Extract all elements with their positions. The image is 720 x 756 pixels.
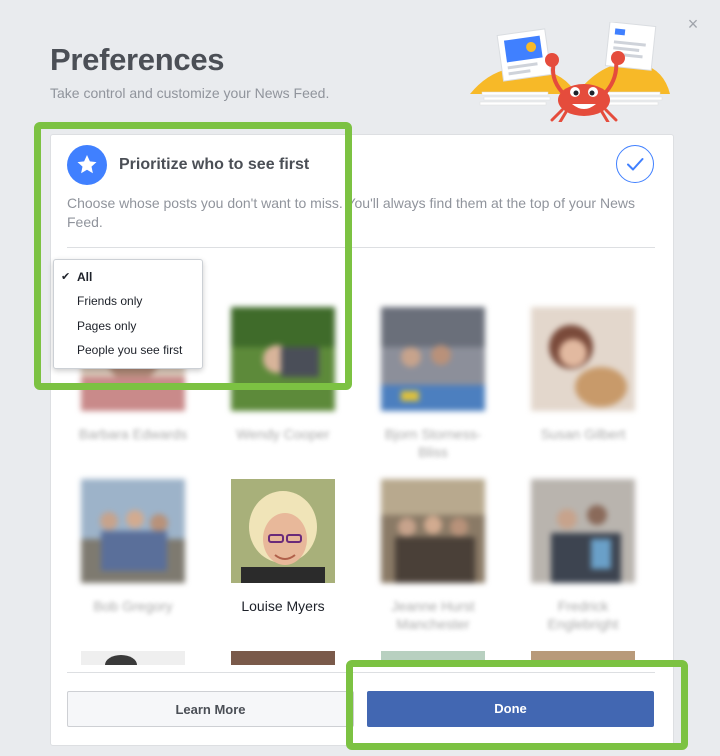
profile-photo-partial [531,651,635,665]
profile-photo-partial [81,651,185,665]
person-name: Fredrick Englebright [547,598,619,632]
profile-photo [231,307,335,411]
person-name: Louise Myers [241,598,325,614]
person-name: Barbara Edwards [78,426,188,442]
header-illustration [470,22,670,122]
person-name: Bob Gregory [93,598,173,614]
filter-option-label: Friends only [77,294,143,308]
filter-option-people-see-first[interactable]: People you see first [54,338,200,362]
profile-photo-partial [231,651,335,665]
profile-photo [231,479,335,583]
prioritize-description: Choose whose posts you don't want to mis… [67,195,635,230]
divider [67,247,655,248]
profile-photo [381,479,485,583]
prioritize-icon [67,145,107,185]
feed-card-left [496,28,552,82]
star-icon [77,155,97,174]
checkmark-icon [627,158,644,171]
filter-dropdown-menu: ✔ All Friends only Pages only People you… [53,259,203,369]
profile-photo [381,307,485,411]
filter-option-label: All [77,270,93,284]
filter-option-pages-only[interactable]: Pages only [54,314,200,338]
checkmark-icon: ✔ [61,271,71,283]
page-subtitle: Take control and customize your News Fee… [50,85,330,101]
person-name: Susan Gilbert [540,426,626,442]
page-title: Preferences [50,42,225,77]
feed-card-right [604,22,657,71]
profile-photo-partial [381,651,485,665]
filter-option-all[interactable]: ✔ All [54,265,200,289]
learn-more-button[interactable]: Learn More [67,691,354,727]
person-name: Jeanne Hurst Manchester [391,598,475,632]
filter-option-label: Pages only [77,319,137,333]
prioritize-title: Prioritize who to see first [119,156,310,173]
close-icon[interactable]: × [685,15,701,33]
person-name: Bjorn Storness-Bliss [384,426,482,460]
done-button[interactable]: Done [367,691,654,727]
person-name: Wendy Cooper [236,426,330,442]
profile-photo [531,479,635,583]
footer-divider [67,672,655,673]
profile-photo [81,479,185,583]
prioritize-select-button[interactable] [616,145,654,183]
filter-option-label: People you see first [77,343,183,357]
filter-option-friends-only[interactable]: Friends only [54,289,200,313]
profile-photo [531,307,635,411]
